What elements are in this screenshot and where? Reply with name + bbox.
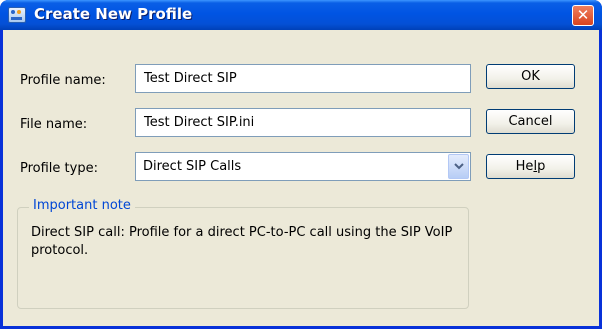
file-name-field[interactable]: Test Direct SIP.ini bbox=[135, 108, 471, 137]
icon-dot bbox=[11, 10, 15, 14]
close-button[interactable]: ✕ bbox=[572, 5, 594, 26]
dialog-window: Create New Profile ✕ Profile name: Test … bbox=[0, 0, 602, 329]
dialog-client-area: Profile name: Test Direct SIP File name:… bbox=[3, 30, 599, 326]
profile-app-icon bbox=[8, 7, 26, 23]
profile-name-label: Profile name: bbox=[20, 73, 106, 88]
profile-type-label: Profile type: bbox=[20, 161, 98, 176]
important-note-text: Direct SIP call: Profile for a direct PC… bbox=[31, 225, 453, 258]
help-button[interactable]: Help bbox=[486, 154, 575, 179]
chevron-down-icon bbox=[453, 162, 464, 169]
profile-type-select[interactable]: Direct SIP Calls bbox=[135, 152, 471, 181]
ok-button[interactable]: OK bbox=[486, 64, 575, 89]
profile-name-field[interactable]: Test Direct SIP bbox=[135, 64, 471, 93]
icon-dot bbox=[17, 10, 21, 14]
dropdown-button[interactable] bbox=[448, 154, 469, 179]
cancel-button[interactable]: Cancel bbox=[486, 109, 575, 134]
window-title: Create New Profile bbox=[34, 5, 193, 23]
file-name-label: File name: bbox=[20, 117, 88, 132]
profile-type-value: Direct SIP Calls bbox=[143, 159, 242, 174]
close-icon: ✕ bbox=[576, 6, 590, 24]
help-label-start: He bbox=[515, 159, 534, 174]
important-note-title: Important note bbox=[29, 198, 135, 213]
help-label-end: p bbox=[537, 159, 546, 174]
title-bar[interactable]: Create New Profile ✕ bbox=[0, 0, 602, 30]
icon-bar bbox=[11, 17, 22, 20]
